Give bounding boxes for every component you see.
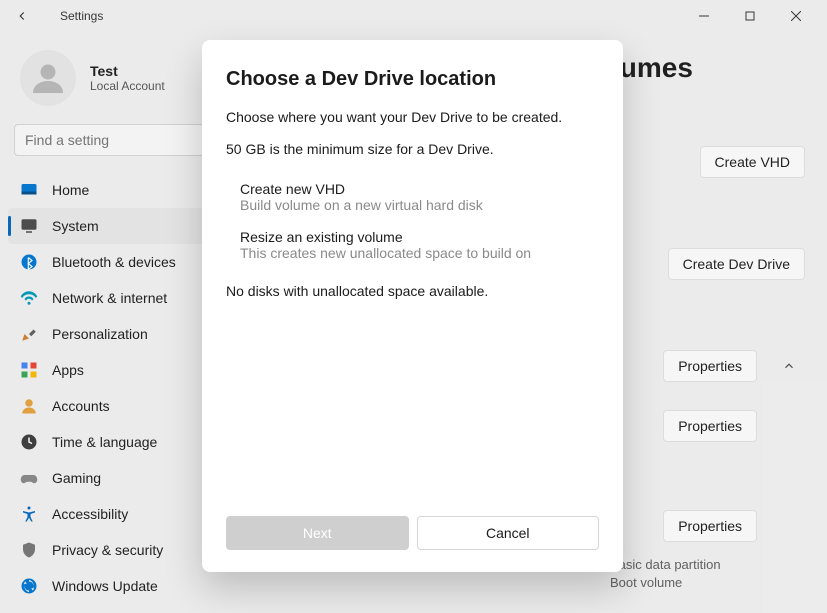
option-title: Create new VHD	[240, 181, 599, 197]
option-subtitle: Build volume on a new virtual hard disk	[240, 197, 599, 213]
dialog-paragraph-2: 50 GB is the minimum size for a Dev Driv…	[226, 141, 599, 157]
option-subtitle: This creates new unallocated space to bu…	[240, 245, 599, 261]
dialog-paragraph-1: Choose where you want your Dev Drive to …	[226, 109, 599, 125]
no-disks-message: No disks with unallocated space availabl…	[226, 283, 599, 299]
dev-drive-dialog: Choose a Dev Drive location Choose where…	[202, 40, 623, 572]
option-resize-volume[interactable]: Resize an existing volume This creates n…	[226, 221, 599, 269]
option-create-vhd[interactable]: Create new VHD Build volume on a new vir…	[226, 173, 599, 221]
option-title: Resize an existing volume	[240, 229, 599, 245]
dialog-title: Choose a Dev Drive location	[226, 68, 599, 91]
cancel-button[interactable]: Cancel	[417, 516, 600, 550]
next-button[interactable]: Next	[226, 516, 409, 550]
